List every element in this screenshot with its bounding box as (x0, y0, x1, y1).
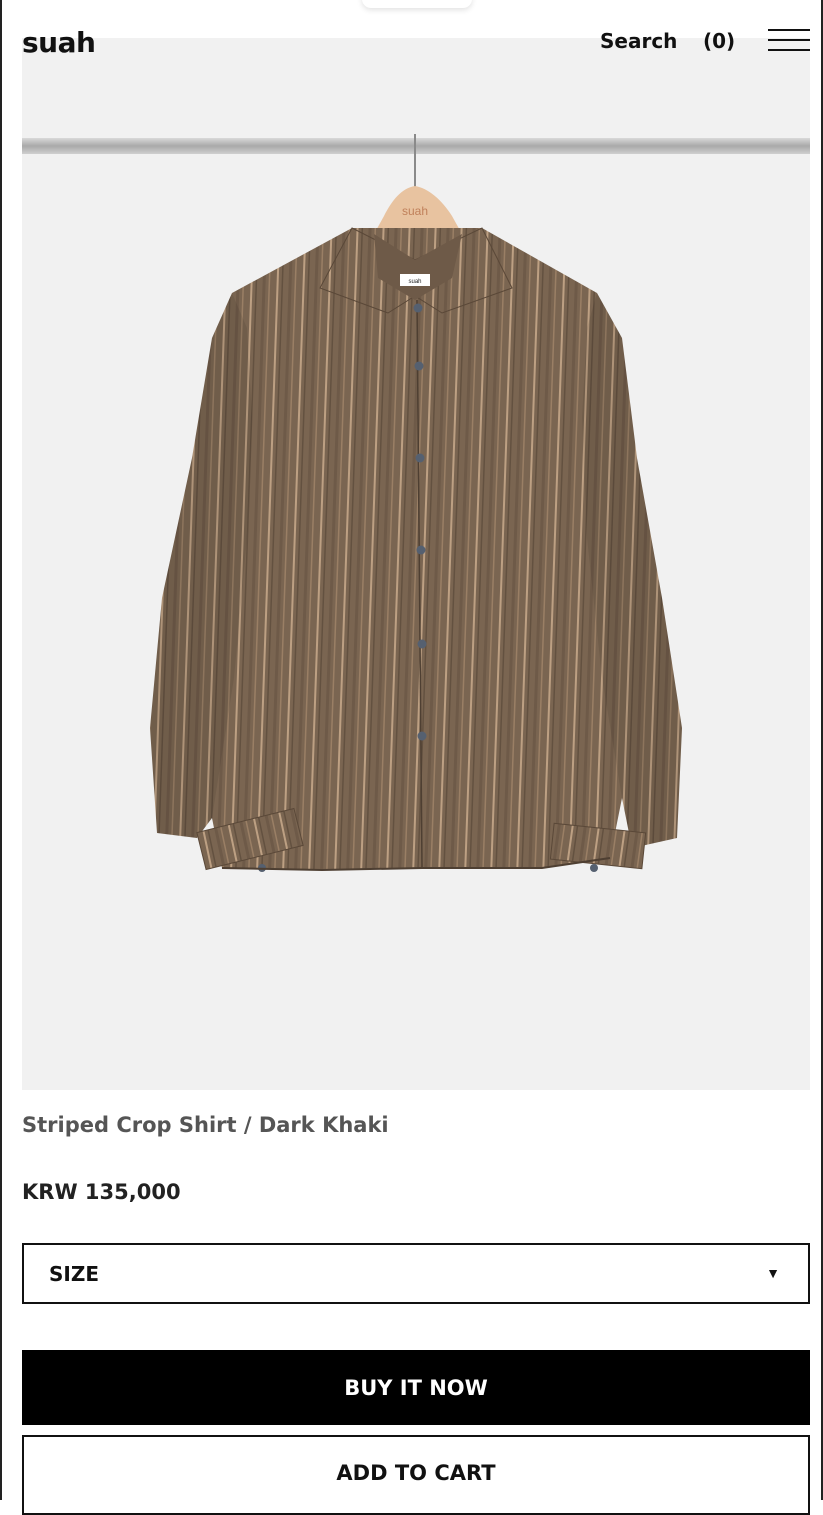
hamburger-menu-icon[interactable] (768, 26, 810, 56)
buy-now-button[interactable]: BUY IT NOW (22, 1350, 810, 1425)
hanger-brand: suah (402, 204, 428, 218)
menu-line (768, 39, 810, 41)
collar-label-text: suah (408, 279, 421, 285)
shirt-illustration: suah suah (22, 134, 810, 872)
shirt-button (414, 361, 424, 371)
product-image[interactable]: suah suah (22, 38, 810, 1090)
shirt-button (417, 731, 427, 741)
shirt-button (416, 545, 426, 555)
shirt-button (413, 303, 423, 313)
size-select[interactable]: SIZE ▼ (22, 1243, 810, 1304)
right-cuff-button (590, 864, 598, 872)
shirt-button (417, 639, 427, 649)
shirt-button (415, 453, 425, 463)
size-select-label: SIZE (49, 1262, 100, 1286)
cart-count-link[interactable]: (0) (703, 29, 735, 53)
add-to-cart-button[interactable]: ADD TO CART (22, 1435, 810, 1515)
search-link[interactable]: Search (600, 29, 677, 53)
menu-line (768, 29, 810, 31)
site-logo[interactable]: suah (22, 26, 96, 59)
product-price: KRW 135,000 (22, 1180, 181, 1204)
left-frame-border (0, 0, 2, 1500)
menu-line (768, 49, 810, 51)
browser-top-handle (362, 0, 472, 8)
caret-down-icon: ▼ (766, 1265, 780, 1281)
product-name: Striped Crop Shirt / Dark Khaki (22, 1113, 389, 1137)
